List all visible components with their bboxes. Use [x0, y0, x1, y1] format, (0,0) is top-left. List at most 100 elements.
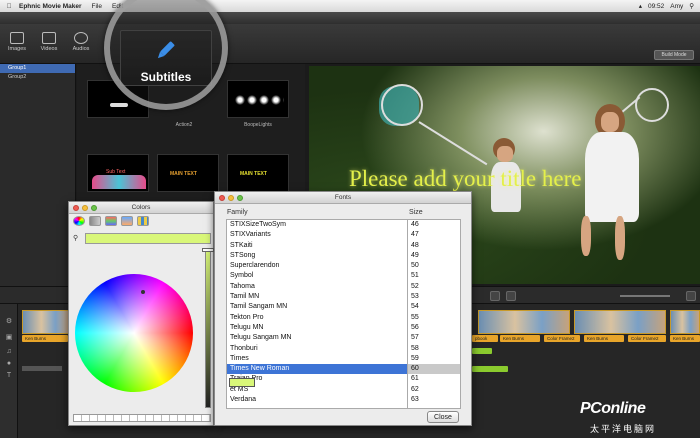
timeline-clip-3[interactable] [574, 310, 666, 334]
font-family-item[interactable]: Superclarendon [227, 261, 411, 271]
minimize-window-icon[interactable] [228, 195, 234, 201]
thumbnail-4[interactable]: MAIN TEXT [157, 154, 219, 192]
font-family-item[interactable]: Tahoma [227, 282, 411, 292]
fullscreen-button[interactable] [686, 291, 696, 301]
clip-tag-2[interactable]: Ken Burns [500, 335, 540, 342]
clock[interactable]: 09:52 [648, 3, 664, 10]
font-size-item[interactable]: 49 [408, 251, 460, 261]
font-family-item[interactable]: Thonburi [227, 344, 411, 354]
font-size-list[interactable]: 46 47 48 49 50 51 52 53 54 55 56 57 58 59 60 61 62 63 [407, 219, 461, 409]
font-size-item[interactable]: 55 [408, 313, 460, 323]
font-size-item[interactable]: 59 [408, 354, 460, 364]
wifi-icon[interactable]: ▴ [639, 2, 642, 10]
text-track-icon[interactable]: T [5, 372, 13, 380]
clip-tag[interactable]: Ken Burns [22, 335, 68, 342]
font-size-item[interactable]: 54 [408, 302, 460, 312]
font-family-item[interactable]: Tamil Sangam MN [227, 302, 411, 312]
search-icon[interactable]: ⚲ [689, 2, 694, 10]
text-color-chip[interactable] [229, 378, 255, 387]
font-family-item[interactable]: Telugu Sangam MN [227, 333, 411, 343]
gear-icon[interactable]: ⚙ [5, 318, 13, 326]
menu-app-name[interactable]: Ephnic Movie Maker [19, 3, 82, 10]
thumbnail-5[interactable]: MAIN TEXT [227, 154, 289, 192]
group-item-2[interactable]: Group2 [0, 73, 75, 82]
font-size-item[interactable]: 62 [408, 385, 460, 395]
font-size-item[interactable]: 58 [408, 344, 460, 354]
close-button[interactable]: Close [427, 411, 459, 423]
font-size-item[interactable]: 48 [408, 241, 460, 251]
mic-icon[interactable]: ● [5, 360, 13, 368]
current-color-swatch[interactable] [85, 233, 211, 244]
group-item-1[interactable]: Group1 [0, 64, 75, 73]
volume-slider[interactable] [620, 295, 670, 297]
audios-button[interactable]: Audios [66, 32, 96, 52]
font-family-item[interactable]: Verdana [227, 395, 411, 405]
font-size-item[interactable]: 57 [408, 333, 460, 343]
image-track-icon[interactable]: ▣ [5, 334, 13, 342]
build-mode-button[interactable]: Build Mode [654, 50, 694, 60]
clip-tag-5[interactable]: Color Frame2 [628, 335, 666, 342]
font-family-item[interactable]: STIXVariants [227, 230, 411, 240]
font-family-item[interactable]: Symbol [227, 271, 411, 281]
minimize-window-icon[interactable] [82, 205, 88, 211]
color-palettes-tab-icon[interactable] [105, 216, 117, 226]
stop-button[interactable] [506, 291, 516, 301]
close-window-icon[interactable] [73, 205, 79, 211]
zoom-window-icon[interactable] [237, 195, 243, 201]
user-name[interactable]: Amy [670, 3, 683, 10]
font-size-item[interactable]: 46 [408, 220, 460, 230]
image-palettes-tab-icon[interactable] [121, 216, 133, 226]
font-family-item[interactable]: Tamil MN [227, 292, 411, 302]
font-size-item[interactable]: 53 [408, 292, 460, 302]
zoom-window-icon[interactable] [91, 205, 97, 211]
thumbnail-action2[interactable] [227, 80, 289, 118]
color-wheel[interactable] [75, 274, 193, 392]
track-bar[interactable] [22, 366, 62, 371]
magnifier-icon[interactable]: ⚲ [73, 234, 78, 242]
window-controls [219, 195, 243, 201]
brightness-slider[interactable] [205, 248, 211, 408]
net-hoop-2 [635, 88, 669, 122]
images-button[interactable]: Images [2, 32, 32, 52]
font-family-item[interactable]: Telugu MN [227, 323, 411, 333]
font-family-item[interactable]: STKaiti [227, 241, 411, 251]
color-palette-strip[interactable] [73, 414, 211, 422]
font-size-item[interactable]: 47 [408, 230, 460, 240]
color-wheel-tab-icon[interactable] [73, 216, 85, 226]
font-family-item[interactable]: STSong [227, 251, 411, 261]
crayons-tab-icon[interactable] [137, 216, 149, 226]
clip-tag-3[interactable]: Color Frame2 [544, 335, 580, 342]
clip-tag-4[interactable]: Ken Burns [584, 335, 624, 342]
font-size-item[interactable]: 56 [408, 323, 460, 333]
audio-clip-2[interactable] [472, 366, 508, 372]
font-size-item[interactable]: 61 [408, 374, 460, 384]
timeline-clip-4[interactable] [670, 310, 700, 334]
color-wheel-marker[interactable] [141, 290, 145, 294]
color-sliders-tab-icon[interactable] [89, 216, 101, 226]
font-size-item[interactable]: 50 [408, 261, 460, 271]
images-icon [10, 32, 24, 44]
font-family-item[interactable]: STIXSizeTwoSym [227, 220, 411, 230]
music-icon[interactable]: ♫ [5, 348, 13, 356]
preview-title-text[interactable]: Please add your title here [349, 166, 581, 192]
brightness-slider-knob[interactable] [202, 248, 214, 252]
play-button[interactable] [490, 291, 500, 301]
timeline-clip[interactable] [22, 310, 70, 334]
girl-leg [581, 216, 591, 256]
videos-button[interactable]: Videos [34, 32, 64, 52]
apple-icon[interactable]:  [4, 3, 14, 10]
font-family-item[interactable]: Times New Roman [227, 364, 411, 375]
audio-clip[interactable] [472, 348, 492, 354]
font-family-item[interactable]: Times [227, 354, 411, 364]
font-size-item[interactable]: 51 [408, 271, 460, 281]
clip-tag-partial[interactable]: pbook [472, 335, 498, 342]
menu-file[interactable]: File [92, 3, 102, 10]
font-size-item[interactable]: 63 [408, 395, 460, 405]
font-size-item[interactable]: 52 [408, 282, 460, 292]
clip-tag-6[interactable]: Ken Burns [670, 335, 700, 342]
thumbnail-3[interactable]: Sub Text [87, 154, 149, 192]
timeline-clip-2[interactable] [478, 310, 570, 334]
font-family-item[interactable]: Tekton Pro [227, 313, 411, 323]
font-size-item[interactable]: 60 [408, 364, 460, 375]
close-window-icon[interactable] [219, 195, 225, 201]
